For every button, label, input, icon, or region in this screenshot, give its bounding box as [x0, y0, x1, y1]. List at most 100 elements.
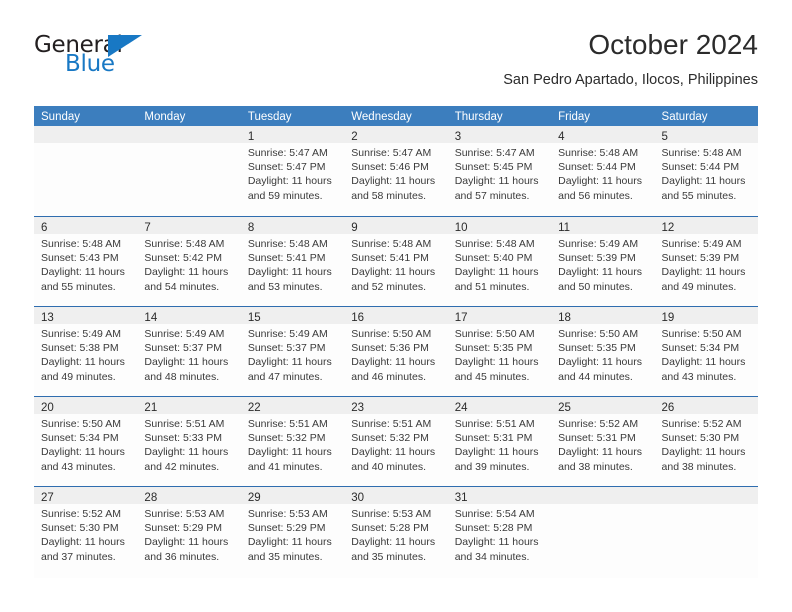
calendar-day-cell-empty — [137, 126, 241, 216]
weekday-header-thursday: Thursday — [454, 111, 503, 123]
daylight-text: Daylight: 11 hours and 36 minutes. — [144, 536, 229, 563]
calendar-day-cell-empty — [34, 126, 138, 216]
day-number: 6 — [41, 222, 48, 234]
calendar-day-cell[interactable]: 1 Sunrise: 5:47 AM Sunset: 5:47 PM Daylight… — [240, 126, 345, 216]
sunset-text: Sunset: 5:34 PM — [41, 432, 119, 445]
daylight-text: Daylight: 11 hours and 37 minutes. — [41, 536, 125, 563]
day-sun-info: Sunrise: 5:51 AM Sunset: 5:32 PM Daylight:… — [344, 414, 447, 474]
day-number: 28 — [144, 492, 158, 504]
sunset-text: Sunset: 5:44 PM — [558, 161, 636, 174]
sunset-text: Sunset: 5:44 PM — [661, 161, 740, 174]
calendar-day-cell[interactable]: 6 Sunrise: 5:48 AM Sunset: 5:43 PM Daylight… — [34, 217, 138, 306]
sunset-text: Sunset: 5:45 PM — [454, 161, 533, 174]
calendar-day-cell[interactable]: 29 Sunrise: 5:53 AM Sunset: 5:29 PM Dayligh… — [240, 487, 345, 578]
calendar-day-cell[interactable]: 28 Sunrise: 5:53 AM Sunset: 5:29 PM Dayligh… — [137, 487, 241, 578]
day-sun-info: Sunrise: 5:53 AM Sunset: 5:28 PM Daylight:… — [344, 504, 447, 564]
calendar-day-cell[interactable]: 15 Sunrise: 5:49 AM Sunset: 5:37 PM Dayligh… — [240, 307, 345, 396]
page-header: General Blue October 2024 San Pedro Apar… — [34, 28, 758, 98]
weekday-header-tuesday: Tuesday — [247, 111, 292, 123]
daylight-text: Daylight: 11 hours and 49 minutes. — [41, 356, 125, 383]
day-number: 4 — [558, 131, 565, 143]
day-sun-info: Sunrise: 5:50 AM Sunset: 5:35 PM Daylight:… — [448, 324, 551, 384]
generalblue-logo[interactable]: General Blue — [34, 32, 214, 92]
sunset-text: Sunset: 5:30 PM — [661, 432, 740, 445]
day-number: 30 — [351, 492, 365, 504]
daylight-text: Daylight: 11 hours and 39 minutes. — [454, 446, 539, 473]
calendar-day-cell[interactable]: 5 Sunrise: 5:48 AM Sunset: 5:44 PM Daylight… — [654, 126, 758, 216]
daylight-text: Daylight: 11 hours and 35 minutes. — [247, 536, 332, 563]
sunrise-text: Sunrise: 5:50 AM — [661, 328, 742, 340]
calendar-day-cell[interactable]: 11 Sunrise: 5:49 AM Sunset: 5:39 PM Dayligh… — [551, 217, 655, 306]
calendar-day-cell[interactable]: 4 Sunrise: 5:48 AM Sunset: 5:44 PM Daylight… — [551, 126, 655, 216]
daylight-text: Daylight: 11 hours and 48 minutes. — [144, 356, 229, 383]
daylight-text: Daylight: 11 hours and 49 minutes. — [661, 266, 746, 293]
calendar-day-cell[interactable]: 24 Sunrise: 5:51 AM Sunset: 5:31 PM Dayligh… — [447, 397, 552, 486]
day-number-band: 22 — [240, 397, 345, 414]
daylight-text: Daylight: 11 hours and 41 minutes. — [247, 446, 332, 473]
calendar-day-cell[interactable]: 31 Sunrise: 5:54 AM Sunset: 5:28 PM Dayligh… — [447, 487, 552, 578]
calendar-day-cell[interactable]: 18 Sunrise: 5:50 AM Sunset: 5:35 PM Dayligh… — [551, 307, 655, 396]
sunset-text: Sunset: 5:37 PM — [144, 342, 223, 355]
day-sun-info: Sunrise: 5:48 AM Sunset: 5:40 PM Daylight:… — [448, 234, 551, 294]
calendar-day-cell[interactable]: 3 Sunrise: 5:47 AM Sunset: 5:45 PM Daylight… — [447, 126, 552, 216]
day-number: 24 — [454, 402, 468, 414]
calendar-week-row: 20 Sunrise: 5:50 AM Sunset: 5:34 PM Dayligh… — [34, 396, 758, 486]
daylight-text: Daylight: 11 hours and 47 minutes. — [247, 356, 332, 383]
day-number-band — [137, 126, 241, 143]
calendar-day-cell[interactable]: 20 Sunrise: 5:50 AM Sunset: 5:34 PM Dayligh… — [34, 397, 138, 486]
calendar-day-cell[interactable]: 9 Sunrise: 5:48 AM Sunset: 5:41 PM Daylight… — [344, 217, 448, 306]
sunrise-text: Sunrise: 5:50 AM — [558, 328, 639, 340]
daylight-text: Daylight: 11 hours and 45 minutes. — [454, 356, 539, 383]
day-number: 29 — [247, 492, 261, 504]
calendar-day-cell[interactable]: 25 Sunrise: 5:52 AM Sunset: 5:31 PM Dayligh… — [551, 397, 655, 486]
day-number-band: 1 — [240, 126, 345, 143]
day-number: 25 — [558, 402, 571, 414]
daylight-text: Daylight: 11 hours and 50 minutes. — [558, 266, 642, 293]
calendar-day-cell[interactable]: 17 Sunrise: 5:50 AM Sunset: 5:35 PM Dayligh… — [447, 307, 552, 396]
daylight-text: Daylight: 11 hours and 54 minutes. — [144, 266, 229, 293]
daylight-text: Daylight: 11 hours and 55 minutes. — [41, 266, 125, 293]
day-sun-info: Sunrise: 5:48 AM Sunset: 5:42 PM Daylight:… — [137, 234, 240, 294]
weekday-header-monday: Monday — [144, 111, 186, 123]
calendar-day-cell[interactable]: 19 Sunrise: 5:50 AM Sunset: 5:34 PM Dayligh… — [654, 307, 758, 396]
day-number-band: 28 — [137, 487, 241, 504]
calendar-day-cell[interactable]: 7 Sunrise: 5:48 AM Sunset: 5:42 PM Daylight… — [137, 217, 241, 306]
day-sun-info: Sunrise: 5:49 AM Sunset: 5:39 PM Daylight:… — [551, 234, 654, 294]
sunset-text: Sunset: 5:42 PM — [144, 252, 223, 265]
sunset-text: Sunset: 5:32 PM — [351, 432, 429, 445]
sunrise-text: Sunrise: 5:50 AM — [454, 328, 535, 340]
daylight-text: Daylight: 11 hours and 52 minutes. — [351, 266, 436, 293]
calendar-day-cell[interactable]: 27 Sunrise: 5:52 AM Sunset: 5:30 PM Dayligh… — [34, 487, 138, 578]
calendar-day-cell[interactable]: 26 Sunrise: 5:52 AM Sunset: 5:30 PM Dayligh… — [654, 397, 758, 486]
day-number: 13 — [41, 312, 54, 324]
daylight-text: Daylight: 11 hours and 40 minutes. — [351, 446, 436, 473]
sunrise-text: Sunrise: 5:49 AM — [558, 238, 639, 250]
calendar-day-cell[interactable]: 22 Sunrise: 5:51 AM Sunset: 5:32 PM Dayligh… — [240, 397, 345, 486]
calendar-day-cell[interactable]: 14 Sunrise: 5:49 AM Sunset: 5:37 PM Dayligh… — [137, 307, 241, 396]
calendar-day-cell[interactable]: 10 Sunrise: 5:48 AM Sunset: 5:40 PM Dayligh… — [447, 217, 552, 306]
weekday-header-sunday: Sunday — [41, 111, 81, 123]
calendar-day-cell[interactable]: 13 Sunrise: 5:49 AM Sunset: 5:38 PM Dayligh… — [34, 307, 138, 396]
day-sun-info: Sunrise: 5:48 AM Sunset: 5:43 PM Daylight:… — [34, 234, 137, 294]
calendar-day-cell[interactable]: 12 Sunrise: 5:49 AM Sunset: 5:39 PM Dayligh… — [654, 217, 758, 306]
day-sun-info: Sunrise: 5:50 AM Sunset: 5:34 PM Daylight:… — [655, 324, 758, 384]
sunset-text: Sunset: 5:47 PM — [247, 161, 326, 174]
sunrise-text: Sunrise: 5:51 AM — [144, 418, 225, 430]
sunrise-text: Sunrise: 5:49 AM — [144, 328, 225, 340]
day-number-band: 2 — [344, 126, 448, 143]
sunrise-text: Sunrise: 5:47 AM — [351, 147, 432, 159]
calendar-day-cell[interactable]: 23 Sunrise: 5:51 AM Sunset: 5:32 PM Dayligh… — [344, 397, 448, 486]
day-number-band: 18 — [551, 307, 655, 324]
calendar-day-cell[interactable]: 16 Sunrise: 5:50 AM Sunset: 5:36 PM Dayligh… — [344, 307, 448, 396]
day-sun-info: Sunrise: 5:48 AM Sunset: 5:41 PM Daylight:… — [344, 234, 447, 294]
day-sun-info: Sunrise: 5:48 AM Sunset: 5:44 PM Daylight:… — [551, 143, 654, 203]
day-number-band — [34, 126, 138, 143]
sunset-text: Sunset: 5:31 PM — [558, 432, 636, 445]
calendar-day-cell[interactable]: 21 Sunrise: 5:51 AM Sunset: 5:33 PM Dayligh… — [137, 397, 241, 486]
calendar-day-cell[interactable]: 30 Sunrise: 5:53 AM Sunset: 5:28 PM Dayligh… — [344, 487, 448, 578]
sunset-text: Sunset: 5:35 PM — [454, 342, 533, 355]
calendar-day-cell[interactable]: 2 Sunrise: 5:47 AM Sunset: 5:46 PM Daylight… — [344, 126, 448, 216]
calendar-day-cell[interactable]: 8 Sunrise: 5:48 AM Sunset: 5:41 PM Daylight… — [240, 217, 345, 306]
sunrise-text: Sunrise: 5:49 AM — [661, 238, 742, 250]
sunset-text: Sunset: 5:32 PM — [247, 432, 326, 445]
